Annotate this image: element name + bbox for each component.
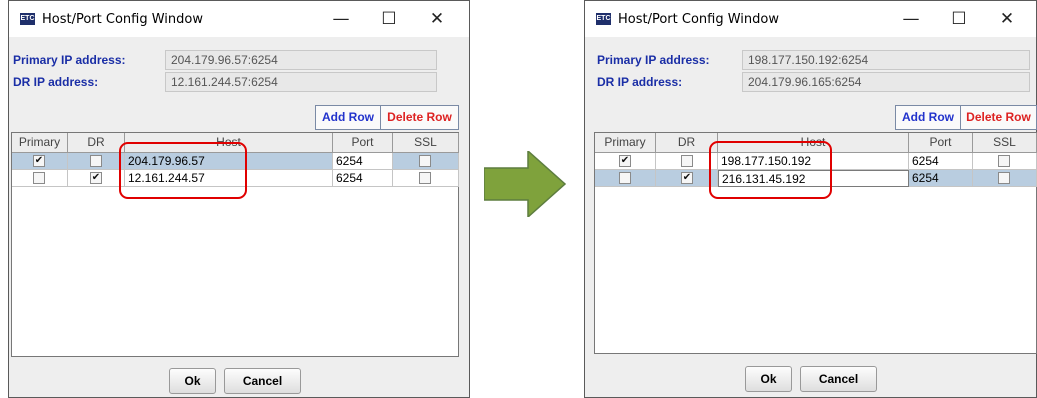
title-bar[interactable]: ETC Host/Port Config Window — ☐ ✕ xyxy=(9,1,469,37)
column-header-port[interactable]: Port xyxy=(909,133,973,153)
add-row-button[interactable]: Add Row xyxy=(315,105,381,130)
column-header-primary[interactable]: Primary xyxy=(12,133,68,153)
window-title: Host/Port Config Window xyxy=(42,12,203,27)
config-window-after: ETC Host/Port Config Window — ☐ ✕ Primar… xyxy=(584,0,1037,398)
right-arrow-icon xyxy=(484,151,566,217)
column-header-ssl[interactable]: SSL xyxy=(973,133,1037,153)
column-header-ssl[interactable]: SSL xyxy=(393,133,459,153)
primary-checkbox[interactable]: ✔ xyxy=(619,155,631,167)
window-title: Host/Port Config Window xyxy=(618,12,779,27)
ssl-cell[interactable] xyxy=(973,170,1037,187)
config-window-before: ETC Host/Port Config Window — ☐ ✕ Primar… xyxy=(8,0,470,398)
close-icon[interactable]: ✕ xyxy=(987,6,1027,32)
column-header-primary[interactable]: Primary xyxy=(595,133,656,153)
primary-ip-label: Primary IP address: xyxy=(13,53,126,67)
dr-ip-field: 204.179.96.165:6254 xyxy=(742,72,1030,92)
primary-checkbox[interactable]: ✔ xyxy=(33,155,45,167)
port-cell[interactable]: 6254 xyxy=(909,153,973,170)
minimize-icon[interactable]: — xyxy=(321,6,361,32)
maximize-icon[interactable]: ☐ xyxy=(939,6,979,32)
dr-checkbox[interactable] xyxy=(681,155,693,167)
ssl-cell[interactable] xyxy=(973,153,1037,170)
close-icon[interactable]: ✕ xyxy=(417,6,457,32)
ssl-checkbox[interactable] xyxy=(419,172,431,184)
primary-cell[interactable]: ✔ xyxy=(12,153,68,170)
title-bar[interactable]: ETC Host/Port Config Window — ☐ ✕ xyxy=(585,1,1036,37)
ssl-cell[interactable] xyxy=(393,170,459,187)
column-header-dr[interactable]: DR xyxy=(68,133,125,153)
dr-ip-label: DR IP address: xyxy=(597,75,683,89)
cancel-button[interactable]: Cancel xyxy=(224,368,301,394)
dr-cell[interactable] xyxy=(68,153,125,170)
primary-cell[interactable] xyxy=(12,170,68,187)
primary-cell[interactable]: ✔ xyxy=(595,153,656,170)
dr-checkbox[interactable]: ✔ xyxy=(90,172,102,184)
ssl-checkbox[interactable] xyxy=(998,172,1010,184)
minimize-icon[interactable]: — xyxy=(891,6,931,32)
primary-checkbox[interactable] xyxy=(33,172,45,184)
host-highlight-box xyxy=(709,141,832,199)
host-highlight-box xyxy=(119,142,247,199)
dr-ip-label: DR IP address: xyxy=(13,75,99,89)
port-cell[interactable]: 6254 xyxy=(909,170,973,187)
app-icon: ETC xyxy=(20,13,35,25)
dr-checkbox[interactable]: ✔ xyxy=(681,172,693,184)
cancel-button[interactable]: Cancel xyxy=(800,366,877,392)
primary-ip-label: Primary IP address: xyxy=(597,53,710,67)
primary-ip-field: 198.177.150.192:6254 xyxy=(742,50,1030,70)
add-row-button[interactable]: Add Row xyxy=(895,105,961,130)
port-cell[interactable]: 6254 xyxy=(333,153,393,170)
ssl-cell[interactable] xyxy=(393,153,459,170)
maximize-icon[interactable]: ☐ xyxy=(369,6,409,32)
ok-button[interactable]: Ok xyxy=(169,368,216,394)
primary-ip-field: 204.179.96.57:6254 xyxy=(165,50,437,70)
delete-row-button[interactable]: Delete Row xyxy=(960,105,1037,130)
primary-checkbox[interactable] xyxy=(619,172,631,184)
delete-row-button[interactable]: Delete Row xyxy=(380,105,459,130)
app-icon: ETC xyxy=(596,13,611,25)
dr-checkbox[interactable] xyxy=(90,155,102,167)
port-cell[interactable]: 6254 xyxy=(333,170,393,187)
dr-cell[interactable]: ✔ xyxy=(68,170,125,187)
dr-ip-field: 12.161.244.57:6254 xyxy=(165,72,437,92)
ssl-checkbox[interactable] xyxy=(998,155,1010,167)
column-header-port[interactable]: Port xyxy=(333,133,393,153)
ssl-checkbox[interactable] xyxy=(419,155,431,167)
ok-button[interactable]: Ok xyxy=(745,366,792,392)
primary-cell[interactable] xyxy=(595,170,656,187)
